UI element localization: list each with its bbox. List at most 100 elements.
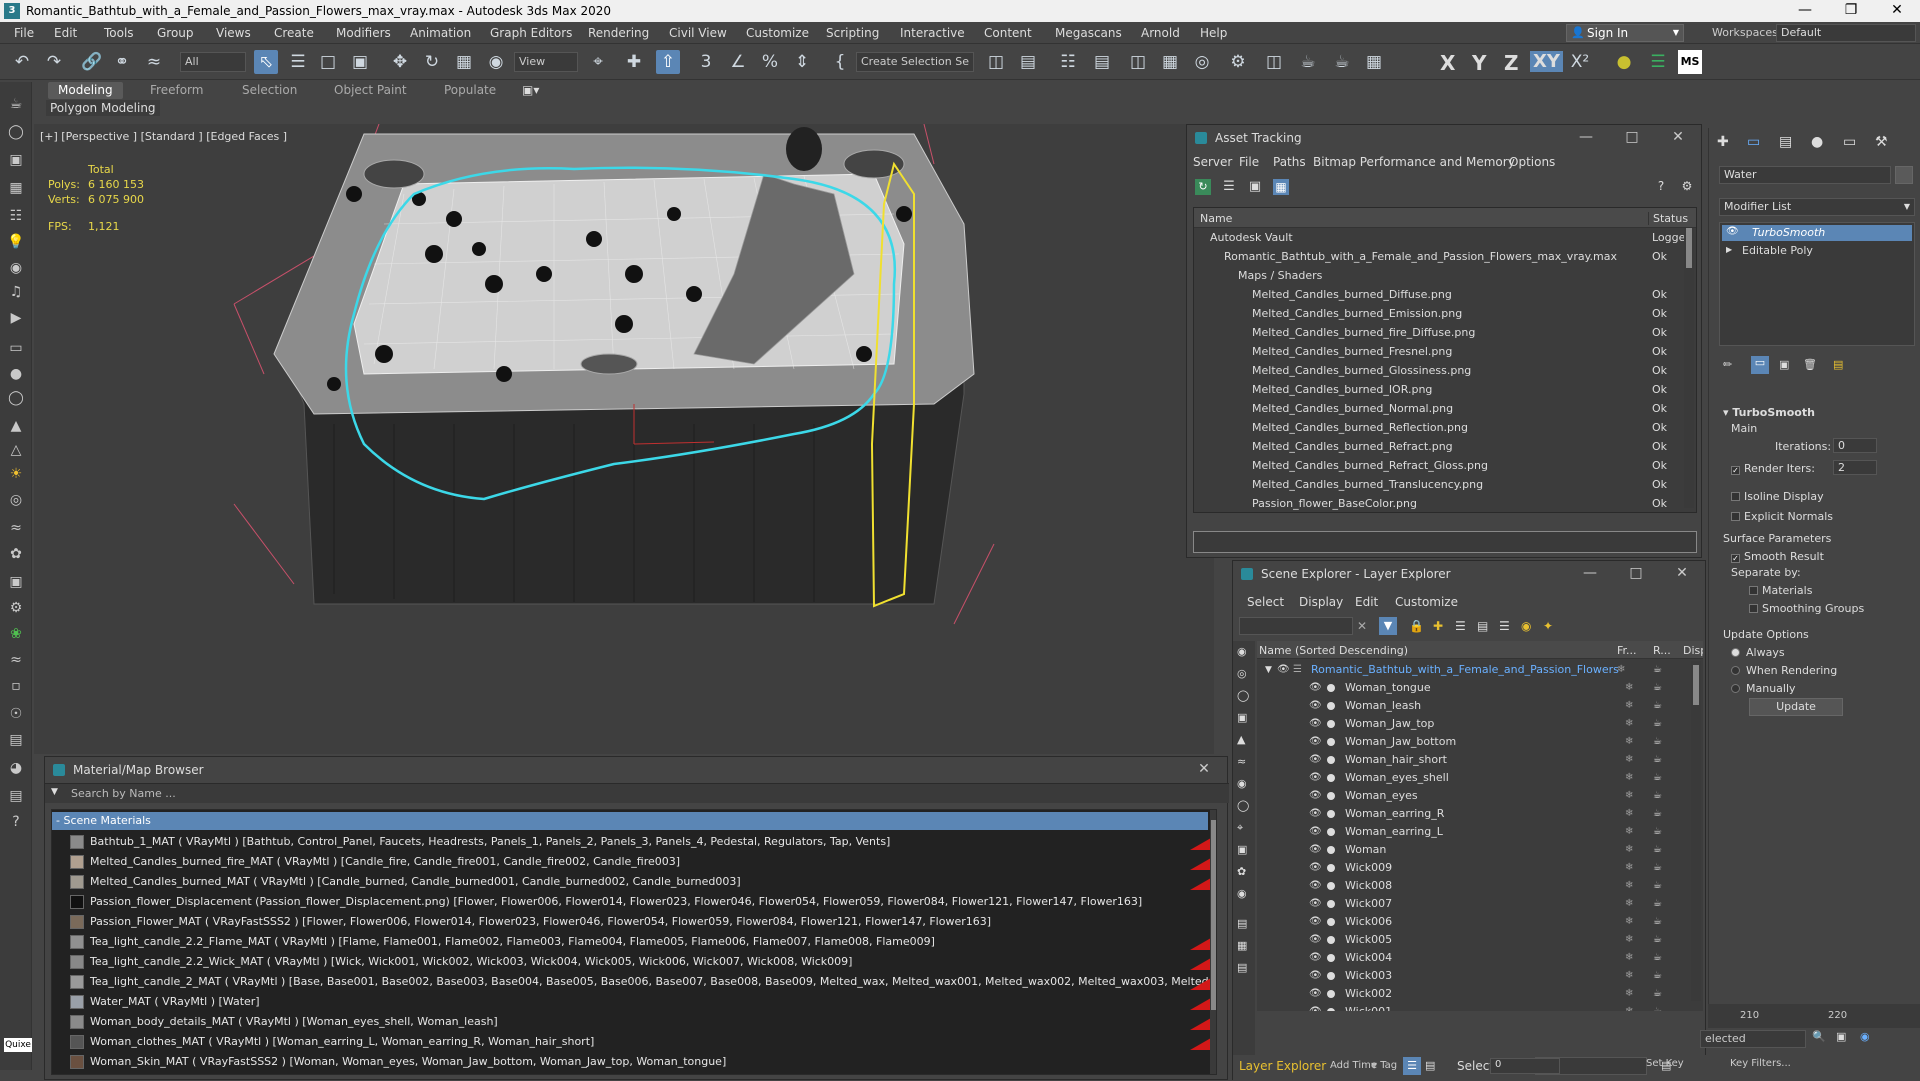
menu-scripting[interactable]: Scripting [826, 26, 879, 40]
freeze-icon[interactable]: ❄ [1625, 841, 1633, 859]
material-scrollbar-thumb[interactable] [1211, 820, 1216, 1010]
asset-row[interactable]: Melted_Candles_burned_Diffuse.png Ok [1194, 285, 1682, 304]
render-teapot-icon[interactable]: ☕ [1653, 823, 1662, 841]
quixel-bridge-button[interactable]: Quixe [4, 1038, 32, 1052]
column-name[interactable]: Name [1200, 212, 1232, 225]
eye-icon[interactable]: 👁 [1309, 985, 1322, 1003]
mirror-icon[interactable]: ◫ [984, 50, 1008, 74]
ribbon-toggle-icon[interactable]: ▤ [1090, 50, 1114, 74]
column-display[interactable]: Disp [1683, 644, 1703, 657]
menu-content[interactable]: Content [984, 26, 1032, 40]
create-tab-icon[interactable]: ✚ [1717, 134, 1729, 150]
menu-display[interactable]: Display [1299, 595, 1343, 609]
asset-row[interactable]: Melted_Candles_burned_Glossiness.png Ok [1194, 361, 1682, 380]
layer-object-row[interactable]: 👁 Woman_eyes_shell ❄ ☕ [1257, 769, 1687, 787]
render-teapot-icon[interactable]: ☕ [1653, 679, 1662, 697]
circle-icon[interactable]: ◯ [6, 388, 26, 408]
render-production-icon[interactable]: ☕ [1330, 50, 1354, 74]
eye-icon[interactable]: 👁 [1309, 751, 1322, 769]
render-teapot-icon[interactable]: ☕ [1653, 949, 1662, 967]
display-lights-icon[interactable]: ▣ [1237, 711, 1247, 724]
material-row[interactable]: Water_MAT ( VRayMtl ) [Water] [68, 992, 1216, 1012]
asset-row[interactable]: Romantic_Bathtub_with_a_Female_and_Passi… [1194, 247, 1682, 266]
menu-tools[interactable]: Tools [104, 26, 134, 40]
menu-civil-view[interactable]: Civil View [669, 26, 727, 40]
object-color-swatch[interactable] [1895, 166, 1913, 184]
layer-object-row[interactable]: 👁 Wick003 ❄ ☕ [1257, 967, 1687, 985]
freeze-icon[interactable]: ❄ [1625, 967, 1633, 985]
select-manipulate-icon[interactable]: ✚ [622, 50, 646, 74]
isoline-display-checkbox[interactable]: Isoline Display [1731, 490, 1824, 503]
layer-object-row[interactable]: 👁 Wick008 ❄ ☕ [1257, 877, 1687, 895]
layer-scrollbar-thumb[interactable] [1693, 665, 1699, 705]
menu-views[interactable]: Views [216, 26, 251, 40]
menu-options[interactable]: Options [1509, 155, 1555, 169]
selected-filter-select[interactable]: elected [1700, 1030, 1806, 1048]
menu-file[interactable]: File [1239, 155, 1259, 169]
script-icon[interactable]: ▤ [6, 730, 26, 750]
display-invert-icon[interactable]: ▦ [1237, 939, 1247, 952]
smoothing-groups-checkbox[interactable]: Smoothing Groups [1749, 602, 1864, 615]
asset-row[interactable]: Melted_Candles_burned_Reflection.png Ok [1194, 418, 1682, 437]
tab-populate[interactable]: Populate [444, 82, 496, 99]
sun-icon[interactable]: ☀ [6, 464, 26, 484]
scene-materials-group[interactable]: - Scene Materials [52, 812, 1208, 830]
menu-create[interactable]: Create [274, 26, 314, 40]
timeline-ruler[interactable]: 210 220 [1708, 1004, 1920, 1028]
menu-animation[interactable]: Animation [410, 26, 471, 40]
freeze-icon[interactable]: ❄ [1625, 985, 1633, 1003]
display-tab-icon[interactable]: ▭ [1843, 134, 1856, 150]
render-teapot-icon[interactable]: ☕ [1653, 661, 1662, 679]
stack-item-editable-poly[interactable]: Editable Poly [1722, 243, 1912, 259]
vray-frame-buffer-icon[interactable]: ▦ [1362, 50, 1386, 74]
hierarchy-icon[interactable]: ▤ [1477, 619, 1488, 633]
maximize-button[interactable]: □ [1609, 125, 1655, 151]
filter-icon[interactable]: ▼ [1379, 617, 1397, 635]
menu-graph-editors[interactable]: Graph Editors [490, 26, 572, 40]
column-frozen[interactable]: Fr... [1617, 644, 1637, 657]
material-row[interactable]: Passion_flower_Displacement (Passion_flo… [68, 892, 1216, 912]
asset-row[interactable]: Maps / Shaders [1194, 266, 1682, 285]
material-row[interactable]: Bathtub_1_MAT ( VRayMtl ) [Bathtub, Cont… [68, 832, 1216, 852]
column-name-sorted[interactable]: Name (Sorted Descending) [1259, 644, 1408, 657]
undo-icon[interactable]: ↶ [10, 50, 34, 74]
asset-row[interactable]: Passion_flower_BaseColor.png Ok [1194, 494, 1682, 512]
display-shapes-icon[interactable]: ◯ [1237, 689, 1249, 702]
keyboard-shortcut-icon[interactable]: ⇧ [656, 50, 680, 74]
menu-group[interactable]: Group [157, 26, 194, 40]
render-teapot-icon[interactable]: ☕ [1653, 967, 1662, 985]
search-input[interactable] [1239, 617, 1353, 635]
menu-file[interactable]: File [14, 26, 34, 40]
helper-icon[interactable]: ▣ [6, 572, 26, 592]
pyramid-icon[interactable]: ▲ [6, 416, 26, 436]
eye-icon[interactable]: 👁 [1726, 226, 1739, 237]
make-unique-icon[interactable]: ▣ [1779, 358, 1789, 371]
freeze-icon[interactable]: ❄ [1625, 733, 1633, 751]
menu-edit[interactable]: Edit [54, 26, 77, 40]
perspective-viewport[interactable]: [+] [Perspective ] [Standard ] [Edged Fa… [34, 124, 1214, 754]
display-helpers-icon[interactable]: ≈ [1237, 755, 1246, 768]
menu-customize[interactable]: Customize [746, 26, 809, 40]
render-teapot-icon[interactable]: ☕ [1653, 751, 1662, 769]
menu-edit[interactable]: Edit [1355, 595, 1378, 609]
motion-tab-icon[interactable]: ● [1811, 134, 1823, 150]
particle-icon[interactable]: ✿ [6, 544, 26, 564]
render-teapot-icon[interactable]: ☕ [1653, 913, 1662, 931]
asset-path-field[interactable] [1193, 531, 1697, 553]
placement-icon[interactable]: ◉ [484, 50, 508, 74]
eye-icon[interactable]: 👁 [1309, 697, 1322, 715]
maximize-button[interactable]: ❐ [1828, 0, 1874, 22]
asset-scrollbar[interactable] [1684, 228, 1694, 508]
cloth-icon[interactable]: ▫ [6, 676, 26, 696]
arnold-icon[interactable]: ● [1612, 50, 1636, 74]
column-render[interactable]: R... [1653, 644, 1671, 657]
unlink-icon[interactable]: ⚭ [110, 50, 134, 74]
material-row[interactable]: Tea_light_candle_2_MAT ( VRayMtl ) [Base… [68, 972, 1216, 992]
edit-named-sets-icon[interactable]: { [828, 50, 852, 74]
sort-toggle-icon[interactable]: ▤ [1425, 1059, 1435, 1072]
freeze-icon[interactable]: ❄ [1625, 679, 1633, 697]
modify-tab-icon[interactable]: ▭ [1747, 134, 1760, 150]
render-iters-spinner[interactable]: 2 [1833, 460, 1877, 475]
stack-item-turbosmooth[interactable]: TurboSmooth [1722, 225, 1912, 241]
ocean-icon[interactable]: ◕ [6, 758, 26, 778]
